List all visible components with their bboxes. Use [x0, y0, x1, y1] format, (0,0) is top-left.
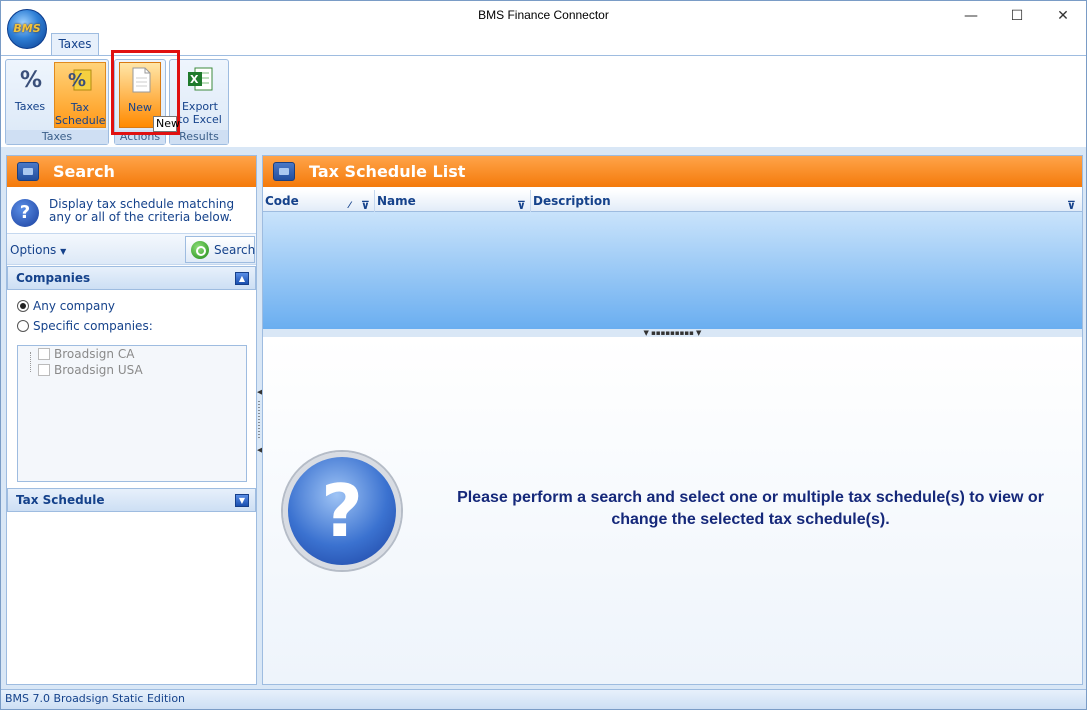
grid-body[interactable] — [263, 212, 1082, 329]
collapse-icon[interactable]: ▲ — [235, 272, 249, 285]
search-pane-header: Search — [7, 156, 256, 187]
radio-specific-companies[interactable]: Specific companies: — [17, 319, 153, 333]
company-label: Broadsign CA — [54, 347, 135, 361]
folder-icon — [17, 162, 39, 181]
horizontal-splitter[interactable]: ▼ ▪▪▪▪▪▪▪▪▪ ▼ — [263, 329, 1082, 337]
column-name-label: Name — [377, 194, 416, 208]
export-to-excel-label: Export to Excel — [178, 100, 222, 126]
search-button[interactable]: Search — [185, 236, 255, 263]
tree-item-company[interactable]: Broadsign USA — [38, 363, 143, 377]
column-header-name[interactable]: Name ⊽ — [375, 190, 531, 212]
search-icon — [191, 241, 209, 259]
window-title: BMS Finance Connector — [478, 8, 609, 22]
minimize-button[interactable]: — — [956, 5, 986, 27]
folder-icon — [273, 162, 295, 181]
column-description-label: Description — [533, 194, 611, 208]
taxes-button-label: Taxes — [14, 100, 46, 113]
question-mark-icon: ? — [283, 452, 401, 570]
tax-schedule-button[interactable]: % Tax Schedule — [54, 62, 106, 128]
company-label: Broadsign USA — [54, 363, 143, 377]
status-bar: BMS 7.0 Broadsign Static Edition — [1, 689, 1086, 709]
checkbox[interactable] — [38, 348, 50, 360]
tax-schedule-icon: % — [68, 69, 92, 91]
search-pane-title: Search — [53, 162, 115, 181]
maximize-button[interactable]: ☐ — [1002, 5, 1032, 27]
app-logo-text: BMS — [13, 22, 41, 35]
title-bar: BMS Finance Connector — ☐ ✕ — [1, 1, 1086, 31]
app-menu-orb[interactable]: BMS — [7, 9, 47, 49]
excel-icon: X — [188, 67, 213, 91]
radio-any-company[interactable]: Any company — [17, 299, 115, 313]
search-button-label: Search — [214, 243, 256, 257]
options-bar: Options ▼ Search — [7, 233, 256, 265]
radio-unselected-icon — [17, 320, 29, 332]
companies-section-title: Companies — [16, 271, 91, 285]
column-header-description[interactable]: Description ⊽ — [531, 190, 1082, 212]
radio-specific-companies-label: Specific companies: — [33, 319, 153, 333]
radio-selected-icon — [17, 300, 29, 312]
close-button[interactable]: ✕ — [1048, 5, 1078, 27]
application-window: BMS Finance Connector — ☐ ✕ BMS Taxes % … — [0, 0, 1087, 710]
svg-text:%: % — [68, 70, 86, 91]
export-to-excel-button[interactable]: X Export to Excel — [174, 62, 226, 128]
column-header-code[interactable]: Code ⁄ ⊽ — [263, 190, 375, 212]
grid-header: Code ⁄ ⊽ Name ⊽ Description ⊽ — [263, 190, 1082, 212]
new-tooltip: New — [153, 116, 180, 132]
search-pane: Search ? Display tax schedule matching a… — [6, 155, 257, 685]
tax-schedule-section-header[interactable]: Tax Schedule ▼ — [7, 488, 256, 512]
svg-text:%: % — [20, 68, 42, 92]
ribbon-group-label-taxes: Taxes — [6, 130, 108, 144]
tax-schedule-list-pane: Tax Schedule List Code ⁄ ⊽ Name ⊽ Descri… — [262, 155, 1083, 685]
ribbon-group-taxes: % Taxes % Tax Schedule Taxes — [5, 59, 109, 145]
tab-taxes[interactable]: Taxes — [51, 33, 99, 55]
companies-section-header[interactable]: Companies ▲ — [7, 266, 256, 290]
checkbox[interactable] — [38, 364, 50, 376]
tax-schedule-button-label: Tax Schedule — [55, 101, 106, 127]
percent-icon: % — [20, 68, 42, 92]
tax-schedule-section-title: Tax Schedule — [16, 493, 105, 507]
radio-any-company-label: Any company — [33, 299, 116, 313]
options-label: Options — [10, 243, 57, 257]
svg-text:X: X — [190, 73, 199, 86]
help-icon: ? — [11, 199, 39, 227]
expand-icon[interactable]: ▼ — [235, 494, 249, 507]
list-pane-header: Tax Schedule List — [263, 156, 1082, 187]
taxes-button[interactable]: % Taxes — [6, 62, 54, 128]
companies-tree: Broadsign CA Broadsign USA — [17, 345, 247, 482]
empty-state-message: Please perform a search and select one o… — [457, 489, 1044, 528]
search-info-text: Display tax schedule matching any or all… — [49, 197, 235, 224]
detail-panel: ? Please perform a search and select one… — [263, 337, 1082, 684]
tree-item-company[interactable]: Broadsign CA — [38, 347, 134, 361]
list-pane-title: Tax Schedule List — [309, 162, 466, 181]
tree-connector — [30, 352, 31, 372]
options-dropdown[interactable]: Options ▼ — [10, 243, 66, 257]
column-code-label: Code — [265, 194, 299, 208]
chevron-down-icon: ▼ — [60, 247, 67, 256]
